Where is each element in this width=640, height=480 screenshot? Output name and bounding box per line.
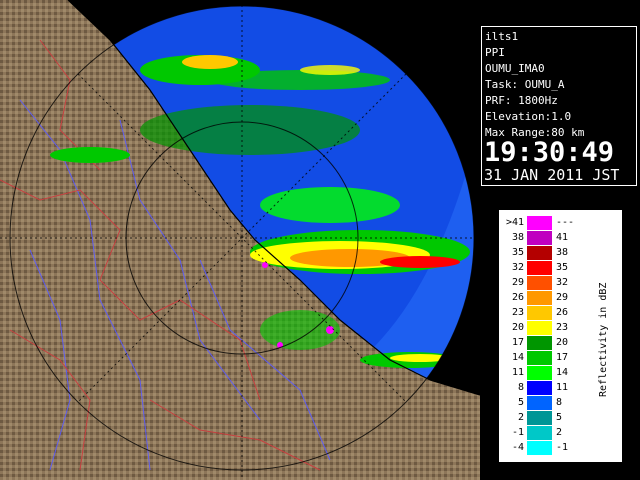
legend-row: 8 11 xyxy=(499,381,589,395)
prf-label: PRF: 1800Hz xyxy=(485,94,558,107)
legend-row: 29 32 xyxy=(499,276,589,290)
legend-color-swatch xyxy=(527,306,552,320)
scan-mode-label: PPI xyxy=(485,46,505,59)
scan-date: 31 JAN 2011 JST xyxy=(484,166,620,184)
radar-map xyxy=(0,0,480,480)
legend-row: 11 14 xyxy=(499,366,589,380)
legend-row: 38 41 xyxy=(499,231,589,245)
legend-lower-value: 29 xyxy=(511,277,524,288)
legend-upper-value: -1 xyxy=(556,442,569,453)
legend-row: 32 35 xyxy=(499,261,589,275)
legend-row: 58 xyxy=(499,396,589,410)
radar-site-label: ilts1 xyxy=(485,30,519,43)
legend-color-swatch xyxy=(527,231,552,245)
legend-upper-value: 5 xyxy=(556,412,563,423)
legend-color-swatch xyxy=(527,441,552,455)
legend-lower-value: 20 xyxy=(511,322,524,333)
legend-lower-value: -4 xyxy=(511,442,524,453)
legend-row: -4 -1 xyxy=(499,441,589,455)
legend-color-swatch xyxy=(527,351,552,365)
legend-color-swatch xyxy=(527,246,552,260)
legend-upper-value: 14 xyxy=(556,367,569,378)
legend-row: 23 26 xyxy=(499,306,589,320)
legend-lower-value: >41 xyxy=(505,217,524,228)
legend-row: >41 --- xyxy=(499,216,589,230)
legend-row: 17 20 xyxy=(499,336,589,350)
legend-upper-value: 32 xyxy=(556,277,569,288)
legend-upper-value: 41 xyxy=(556,232,569,243)
legend-lower-value: 5 xyxy=(517,397,524,408)
legend-upper-value: 23 xyxy=(556,322,569,333)
elevation-label: Elevation:1.0 xyxy=(485,110,572,123)
legend-lower-value: 11 xyxy=(511,367,524,378)
legend-color-swatch xyxy=(527,291,552,305)
legend-color-swatch xyxy=(527,381,552,395)
legend-lower-value: 35 xyxy=(511,247,524,258)
legend-upper-value: 17 xyxy=(556,352,569,363)
legend-lower-value: 17 xyxy=(511,337,524,348)
legend-row: -1 2 xyxy=(499,426,589,440)
legend-lower-value: 23 xyxy=(511,307,524,318)
legend-lower-value: 38 xyxy=(511,232,524,243)
legend-lower-value: 26 xyxy=(511,292,524,303)
legend-row: 20 23 xyxy=(499,321,589,335)
scan-time: 19:30:49 xyxy=(484,137,615,168)
legend-upper-value: 26 xyxy=(556,307,569,318)
legend-lower-value: 8 xyxy=(517,382,524,393)
legend-row: 14 17 xyxy=(499,351,589,365)
legend-upper-value: 8 xyxy=(556,397,563,408)
legend-color-swatch xyxy=(527,216,552,230)
legend-upper-value: 20 xyxy=(556,337,569,348)
legend-lower-value: 14 xyxy=(511,352,524,363)
legend-row: 35 38 xyxy=(499,246,589,260)
legend-row: 26 29 xyxy=(499,291,589,305)
legend-upper-value: 38 xyxy=(556,247,569,258)
legend-color-swatch xyxy=(527,411,552,425)
radar-info-panel: ilts1 PPI OUMU_IMA0 Task: OUMU_A PRF: 18… xyxy=(481,26,637,186)
legend-upper-value: 29 xyxy=(556,292,569,303)
legend-upper-value: 2 xyxy=(556,427,563,438)
legend-color-swatch xyxy=(527,336,552,350)
radar-ppi-display[interactable] xyxy=(0,0,480,480)
legend-lower-value: 32 xyxy=(511,262,524,273)
legend-row: 25 xyxy=(499,411,589,425)
legend-upper-value: 35 xyxy=(556,262,569,273)
task-label: Task: OUMU_A xyxy=(485,78,565,91)
reflectivity-legend: >41 --- 38 41 35 38 32 35 29 32 26 29 23 26 20 23 17 20 14… xyxy=(498,209,623,463)
legend-lower-value: -1 xyxy=(511,427,524,438)
legend-color-swatch xyxy=(527,396,552,410)
legend-color-swatch xyxy=(527,276,552,290)
legend-upper-value: 11 xyxy=(556,382,569,393)
legend-title: Reflectivity in dBZ xyxy=(598,282,609,398)
legend-color-swatch xyxy=(527,261,552,275)
product-label: OUMU_IMA0 xyxy=(485,62,545,75)
legend-lower-value: 2 xyxy=(517,412,524,423)
legend-color-swatch xyxy=(527,321,552,335)
legend-color-swatch xyxy=(527,426,552,440)
legend-upper-value: --- xyxy=(556,217,575,228)
legend-color-swatch xyxy=(527,366,552,380)
